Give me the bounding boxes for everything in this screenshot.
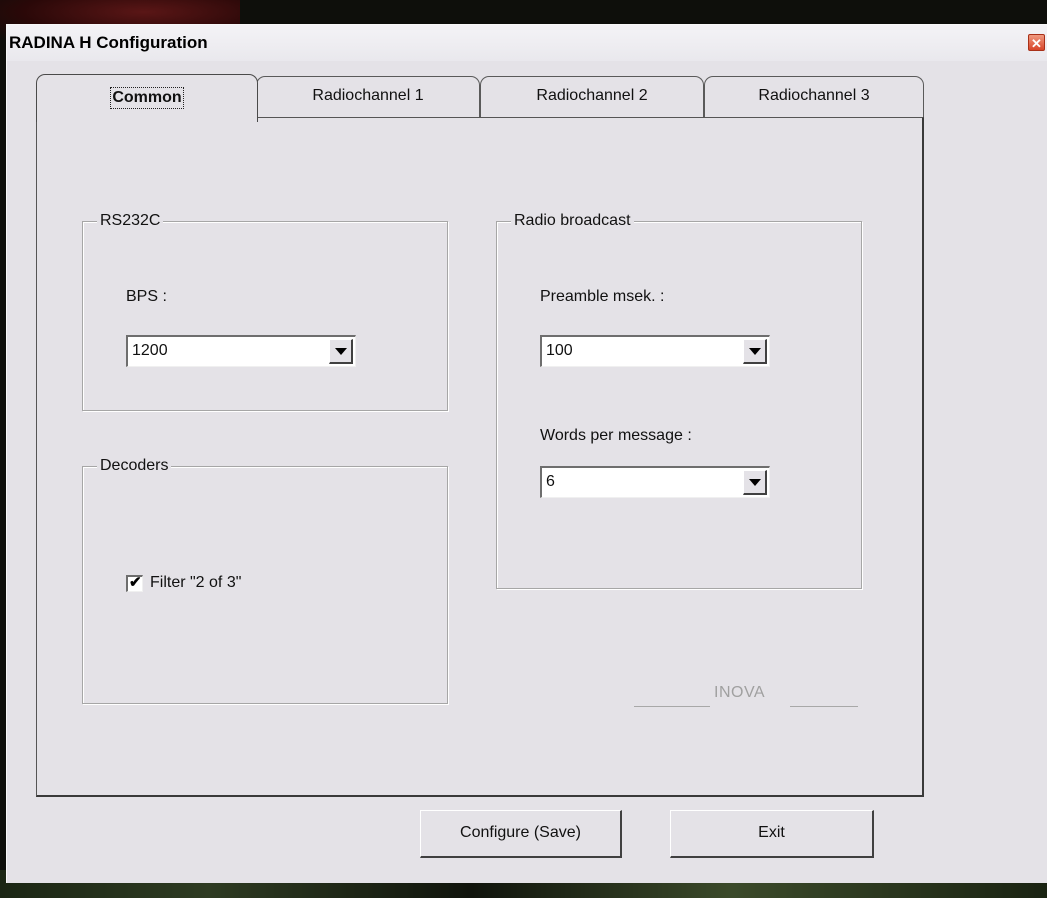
- bps-dropdown-button[interactable]: [329, 339, 353, 364]
- chevron-down-icon: [335, 348, 347, 355]
- tab-radiochannel-2[interactable]: Radiochannel 2: [480, 76, 704, 118]
- tab-radiochannel-1[interactable]: Radiochannel 1: [256, 76, 480, 118]
- brand-line-right: [790, 706, 858, 707]
- brand-line-left: [634, 706, 710, 707]
- preamble-select[interactable]: 100: [540, 335, 770, 367]
- preamble-dropdown-button[interactable]: [743, 339, 767, 364]
- words-per-message-label: Words per message :: [540, 427, 692, 444]
- window-title: RADINA H Configuration: [9, 33, 208, 52]
- preamble-label: Preamble msek. :: [540, 288, 665, 305]
- filter-2-of-3-checkbox[interactable]: ✔: [126, 574, 143, 592]
- exit-button[interactable]: Exit: [670, 810, 874, 858]
- rs232c-group: RS232C: [82, 211, 448, 411]
- chevron-down-icon: [749, 479, 761, 486]
- preamble-select-value: 100: [546, 342, 573, 359]
- words-per-message-select[interactable]: 6: [540, 466, 770, 498]
- close-icon: ✕: [1031, 36, 1042, 51]
- title-bar[interactable]: RADINA H Configuration ✕: [7, 25, 1047, 61]
- words-per-message-dropdown-button[interactable]: [743, 470, 767, 495]
- filter-2-of-3-label[interactable]: Filter "2 of 3": [150, 574, 241, 592]
- tab-radiochannel-3[interactable]: Radiochannel 3: [704, 76, 924, 118]
- bps-label: BPS :: [126, 288, 167, 305]
- decoders-group-title: Decoders: [97, 456, 172, 476]
- radio-broadcast-group: Radio broadcast: [496, 211, 862, 589]
- words-per-message-select-value: 6: [546, 473, 555, 490]
- close-button[interactable]: ✕: [1028, 34, 1045, 51]
- chevron-down-icon: [749, 348, 761, 355]
- tab-label-radiochannel-1: Radiochannel 1: [312, 87, 424, 104]
- rs232c-group-title: RS232C: [97, 211, 164, 231]
- check-icon: ✔: [129, 574, 142, 591]
- brand-text: INOVA: [714, 684, 766, 701]
- radio-broadcast-group-title: Radio broadcast: [511, 211, 634, 231]
- bps-select-value: 1200: [132, 342, 168, 359]
- configure-save-button[interactable]: Configure (Save): [420, 810, 622, 858]
- tab-label-common: Common: [110, 87, 184, 109]
- tab-common[interactable]: Common: [36, 74, 258, 122]
- tab-label-radiochannel-2: Radiochannel 2: [536, 87, 648, 104]
- bps-select[interactable]: 1200: [126, 335, 356, 367]
- tab-label-radiochannel-3: Radiochannel 3: [758, 87, 870, 104]
